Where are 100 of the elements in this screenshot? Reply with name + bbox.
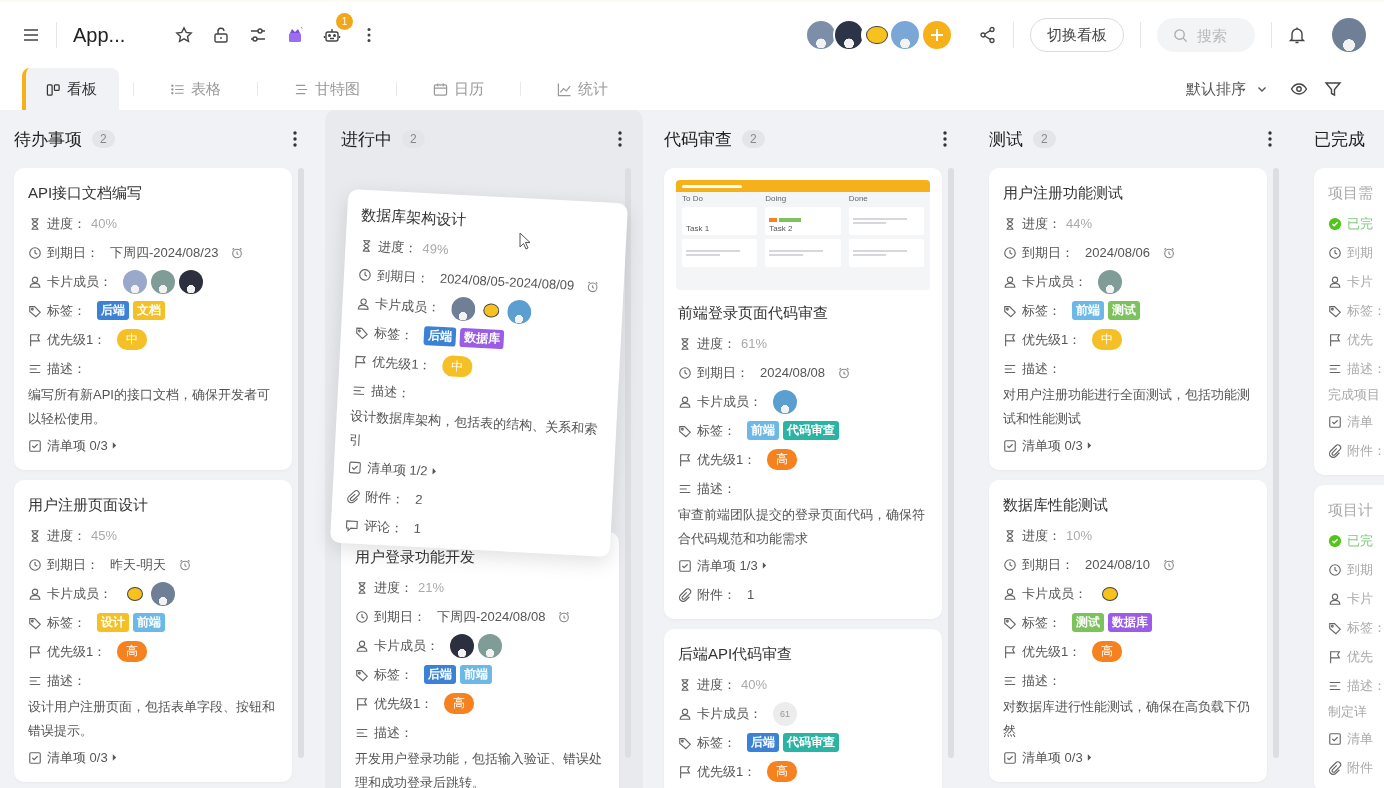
field-label: 优先 xyxy=(1347,647,1373,666)
gift-box-icon[interactable] xyxy=(286,26,304,44)
column-title: 已完成 xyxy=(1314,128,1365,151)
field-label: 到期日： xyxy=(697,363,749,382)
field-label: 标签： xyxy=(1022,613,1061,632)
eye-icon[interactable] xyxy=(1290,80,1308,98)
more-icon[interactable] xyxy=(942,130,948,148)
checkbox-icon xyxy=(1003,438,1017,453)
flag-icon xyxy=(355,696,369,711)
field-label: 卡片 xyxy=(1347,589,1373,608)
star-icon[interactable] xyxy=(175,26,193,44)
view-tab[interactable]: 看板 xyxy=(22,68,119,110)
checklist-toggle[interactable]: 清单项 0/3 xyxy=(1022,436,1092,455)
robot-icon[interactable] xyxy=(323,26,341,44)
card-title: 数据库架构设计 xyxy=(360,204,468,231)
task-card[interactable]: 用户注册页面设计 进度： 45% 到期日： 昨天-明天 卡片成员： 标签： 设计 前端 优先级1： 高 描述： 设计用户注册页面，包括表单字段、按钮和错误提示。 清单项 0/3 xyxy=(14,480,292,782)
task-card[interactable]: 后端API代码审查 进度： 40% 卡片成员： 61 标签： 后端 代码审查 优先级1： 高 xyxy=(664,629,942,788)
field-label: 卡片成员： xyxy=(697,704,762,723)
field-label: 进度： xyxy=(697,334,736,353)
search-field[interactable]: 搜索 xyxy=(1157,18,1255,52)
progress-value: 49% xyxy=(422,240,449,258)
tag-icon xyxy=(1003,615,1017,630)
task-card[interactable]: API接口文档编写 进度： 40% 到期日： 下周四-2024/08/23 卡片成员： 标签： 后端 文档 优先级1： 中 描述： 编写所有新API的接口文档，确保开发者可以轻松使用。 清单项 0/3 xyxy=(14,168,292,470)
progress-value: 61% xyxy=(741,336,768,351)
field-label: 优先级1： xyxy=(371,352,433,374)
filter-icon[interactable] xyxy=(1324,80,1342,98)
task-card[interactable]: 数据库性能测试 进度： 10% 到期日： 2024/08/10 卡片成员： 标签： 测试 数据库 优先级1： 高 描述： 对数据库进行性能测试，确保在高负载下仍然 清单项 0/3 xyxy=(989,480,1267,782)
field-label: 清单 xyxy=(1347,729,1373,748)
field-label: 标签： xyxy=(1347,301,1384,320)
progress-value: 45% xyxy=(91,528,118,543)
field-label: 清单 xyxy=(1347,412,1373,431)
tag: 前端 xyxy=(133,613,165,632)
caret-icon xyxy=(111,442,117,449)
task-card[interactable]: 用户注册功能测试 进度： 44% 到期日： 2024/08/06 卡片成员： 标签： 前端 测试 优先级1： 中 描述： 对用户注册功能进行全面测试，包括功能测试和性能测试 清单项 0/3 xyxy=(989,168,1267,470)
field-label: 优先级1： xyxy=(374,694,434,713)
priority-badge: 中 xyxy=(117,329,148,350)
card-title: 前端登录页面代码审查 xyxy=(678,303,829,323)
tag: 代码审查 xyxy=(783,733,839,752)
priority-badge: 中 xyxy=(1092,329,1123,350)
description-text: 设计用户注册页面，包括表单字段、按钮和错误提示。 xyxy=(28,698,276,740)
field-label: 标签： xyxy=(373,323,414,344)
unlock-icon[interactable] xyxy=(212,26,230,44)
person-icon xyxy=(28,586,42,601)
switch-board-button[interactable]: 切换看板 xyxy=(1030,18,1124,52)
field-label: 到期 xyxy=(1347,243,1373,262)
field-label: 标签： xyxy=(1022,301,1061,320)
check-circle-icon xyxy=(1328,216,1342,231)
field-label: 进度： xyxy=(47,526,86,545)
flag-icon xyxy=(28,644,42,659)
due-date: 下周四-2024/08/08 xyxy=(437,607,546,626)
caret-icon xyxy=(761,562,767,569)
alarm-icon xyxy=(586,280,600,293)
tag: 前端 xyxy=(1072,301,1104,320)
calendar-icon xyxy=(433,81,448,97)
field-label: 到期 xyxy=(1347,560,1373,579)
card-count: 2 xyxy=(92,130,115,148)
due-date: 下周四-2024/08/23 xyxy=(110,243,219,262)
tag: 数据库 xyxy=(1108,613,1152,632)
card-title: 数据库性能测试 xyxy=(1003,495,1109,515)
field-label: 卡片成员： xyxy=(374,636,439,655)
priority-badge: 高 xyxy=(767,761,798,782)
check-circle-icon xyxy=(1328,533,1342,548)
checklist-toggle[interactable]: 清单项 0/3 xyxy=(1022,748,1092,767)
checkbox-icon xyxy=(28,438,42,453)
checklist-toggle[interactable]: 清单项 1/3 xyxy=(697,556,767,575)
person-icon xyxy=(1328,591,1342,606)
more-icon[interactable] xyxy=(292,130,298,148)
sliders-icon[interactable] xyxy=(249,26,267,44)
field-label: 卡片 xyxy=(1347,272,1373,291)
field-label: 优先级1： xyxy=(1022,330,1082,349)
notification-badge: 1 xyxy=(336,13,353,30)
checklist-toggle[interactable]: 清单项 0/3 xyxy=(47,748,117,767)
person-icon xyxy=(1003,586,1017,601)
more-icon[interactable] xyxy=(617,130,623,148)
comment-icon xyxy=(344,517,360,533)
tag: 前端 xyxy=(460,665,492,684)
caret-icon xyxy=(111,754,117,761)
field-label: 到期日： xyxy=(1022,243,1074,262)
task-card[interactable]: 用户登录功能开发 进度： 21% 到期日： 下周四-2024/08/08 卡片成员： 标签： 后端 前端 优先级1： 高 描述： 开发用户登录功能，包括输入验证、错误处理和成功登录后跳转。 xyxy=(341,532,619,788)
flag-icon xyxy=(678,764,692,779)
more-icon[interactable] xyxy=(1267,130,1273,148)
checkbox-icon xyxy=(1328,414,1342,429)
menu-icon[interactable] xyxy=(22,26,40,44)
count-value: 2 xyxy=(414,491,423,508)
field-label: 标签： xyxy=(1347,618,1384,637)
flag-icon xyxy=(1328,332,1342,347)
field-label: 优先级1： xyxy=(697,450,757,469)
field-label: 附件： xyxy=(697,585,736,604)
sort-dropdown[interactable]: 默认排序 xyxy=(1180,78,1274,100)
checklist-toggle[interactable]: 清单项 1/2 xyxy=(366,458,437,481)
caret-icon xyxy=(1086,442,1092,449)
person-icon xyxy=(678,706,692,721)
checkbox-icon xyxy=(28,750,42,765)
checklist-toggle[interactable]: 清单项 0/3 xyxy=(47,436,117,455)
line-chart-icon xyxy=(557,81,572,97)
share-icon[interactable] xyxy=(979,26,997,44)
field-label: 到期日： xyxy=(376,266,430,287)
task-card[interactable]: To Do Task 1 Doing Task 2 Done 前端登录页面代码审查 进度： 61% 到期日： 2024/08/08 卡片成员： 标签： 前端 代码审查 优先级1： 高 描述： 审查前端团队提交的登录页面代码，确保符合代码规范和功能需求 清单项 1/3 附件： 1 xyxy=(664,168,942,619)
bell-icon[interactable] xyxy=(1288,26,1306,44)
person-icon xyxy=(28,274,42,289)
